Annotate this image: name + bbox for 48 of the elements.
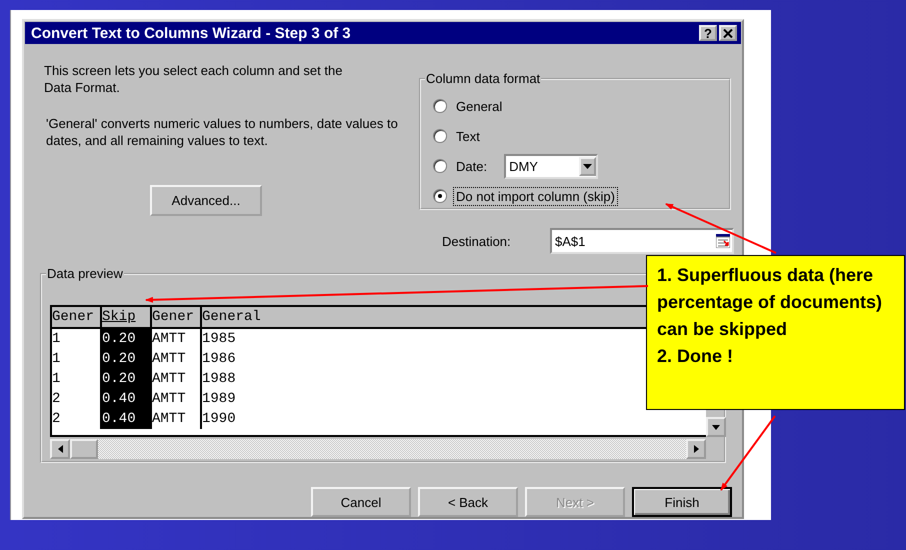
table-cell-text: 1988 (202, 370, 237, 389)
option-label[interactable]: General (453, 96, 506, 116)
table-cell: 0.20 (102, 329, 152, 349)
dialog-button[interactable]: < Back (418, 487, 518, 517)
radio-button[interactable] (433, 159, 447, 173)
column-header[interactable]: Skip (102, 307, 152, 327)
table-cell-text: 1985 (202, 330, 237, 349)
radio-button[interactable] (433, 129, 447, 143)
table-cell: AMTT (152, 389, 202, 409)
table-cell-text: 1990 (202, 410, 237, 429)
option-label[interactable]: Do not import column (skip) (453, 186, 618, 206)
collapse-dialog-icon[interactable] (716, 234, 730, 248)
advanced-button[interactable]: Advanced... (150, 185, 262, 216)
table-cell: AMTT (152, 349, 202, 369)
table-cell: AMTT (152, 329, 202, 349)
column-header[interactable]: General (202, 307, 263, 327)
close-button[interactable] (719, 25, 737, 41)
intro-text: This screen lets you select each column and set the Data Format. (44, 62, 344, 96)
window-title: Convert Text to Columns Wizard - Step 3 of 3 (31, 24, 351, 42)
table-cell: 0.20 (102, 349, 152, 369)
column-header[interactable]: Gener (152, 307, 202, 327)
vertical-scrollbar[interactable] (706, 417, 726, 437)
scroll-down-icon (712, 424, 720, 430)
destination-field[interactable]: $A$1 (550, 228, 734, 254)
radio-button[interactable] (433, 99, 447, 113)
option-label[interactable]: Text (453, 126, 483, 146)
table-cell-text: 1989 (202, 390, 237, 409)
explanation-text: 'General' converts numeric values to numbers, date values to dates, and all remaining values to text. (46, 115, 399, 149)
dialog-button[interactable]: Cancel (311, 487, 411, 517)
table-cell: AMTT (152, 369, 202, 389)
horizontal-scrollbar[interactable] (50, 439, 706, 459)
dropdown-arrow-icon (583, 164, 592, 168)
scroll-left-icon (58, 445, 62, 453)
table-cell: 0.40 (102, 389, 152, 409)
table-cell-text: 1986 (202, 350, 237, 369)
help-button[interactable]: ? (699, 25, 717, 41)
radio-button[interactable] (433, 189, 447, 203)
scroll-right-icon (694, 445, 698, 453)
date-format-dropdown[interactable]: DMY (504, 154, 598, 178)
dialog-button[interactable]: Finish (632, 487, 732, 517)
close-icon (723, 28, 733, 38)
column-header[interactable]: Gener (52, 307, 102, 327)
group-title: Data preview (46, 266, 124, 282)
table-cell: AMTT (152, 409, 202, 429)
table-cell: 0.20 (102, 369, 152, 389)
destination-label: Destination: (442, 234, 512, 248)
table-cell: 0.40 (102, 409, 152, 429)
option-label[interactable]: Date: (453, 156, 490, 176)
